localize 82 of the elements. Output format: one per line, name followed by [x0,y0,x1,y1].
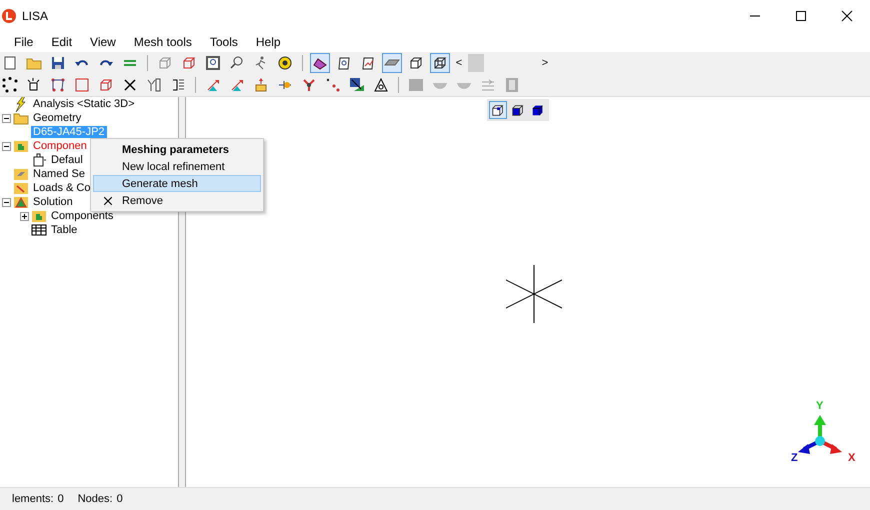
x-axis-label: X [848,452,856,464]
context-menu-item[interactable]: Meshing parameters [93,141,261,158]
origin-dot [815,436,825,446]
scroll-right-button[interactable]: > [540,57,550,69]
maximize-icon[interactable] [795,10,807,22]
menu-item[interactable]: Tools [210,35,238,49]
cube-icon [98,77,114,93]
triangle-arrow-icon [229,77,245,93]
toolbar-button[interactable] [310,53,330,73]
cube-icon [181,55,197,71]
close-icon[interactable] [841,10,853,22]
expand-toggle[interactable] [20,212,29,220]
cube-icon [408,55,424,71]
status-value: 0 [116,493,123,505]
cross-icon [102,194,114,206]
page-icon [2,55,18,71]
context-menu-item[interactable]: Generate mesh [93,175,261,192]
frame-icon [205,55,221,71]
menu-item[interactable]: Mesh tools [134,35,192,49]
cube-icon [511,103,525,117]
tree-item[interactable]: Components [49,210,116,222]
chart-page-icon [360,55,376,71]
tree-item[interactable]: Analysis <Static 3D> [31,98,136,110]
context-menu-item[interactable]: Remove [93,192,261,209]
square-icon [74,77,90,93]
search-icon [229,55,245,71]
cross-icon [122,77,138,93]
context-menu-item[interactable]: New local refinement [93,158,261,175]
triangle-arrow-icon [205,77,221,93]
puzzle-folder-icon [13,138,29,154]
tree-item[interactable]: Defaul [49,154,85,166]
split-icon [146,77,162,93]
collapse-toggle[interactable] [2,114,11,122]
table-icon [31,222,47,238]
tree-item[interactable]: Solution [31,196,75,208]
lines-icon [480,77,496,93]
collapse-toggle[interactable] [2,142,11,150]
wireframe-cube-icon [432,55,448,71]
menu-item[interactable]: File [14,35,34,49]
dots-icon [325,77,341,93]
menu-item[interactable]: Help [256,35,281,49]
menu-item[interactable]: Edit [51,35,72,49]
mapping-icon [349,77,365,93]
scatter-dots-icon [2,77,18,93]
collapse-toggle[interactable] [2,198,11,206]
nodes-icon [50,77,66,93]
status-label: lements: [12,493,54,505]
box-arrow-icon [253,77,269,93]
origin-marker-icon [506,265,562,323]
help-page-icon [336,55,352,71]
tree-item[interactable]: Componen [31,140,89,152]
toolbar-button[interactable] [203,53,223,73]
z-axis-label: Z [791,452,798,464]
tree-item[interactable]: Geometry [31,112,84,124]
triangle-icon [373,77,389,93]
box-dots-icon [26,77,42,93]
cube-icon [157,55,173,71]
triangle-folder-icon [13,194,29,210]
tree-item[interactable]: Loads & Co [31,182,92,194]
cube-icon [531,103,545,117]
toolbar-button[interactable] [0,75,20,95]
film-icon [504,77,520,93]
puzzle-folder-icon [31,208,47,224]
tape-measure-icon [277,55,293,71]
list-icon [170,77,186,93]
scroll-left-button[interactable]: < [454,57,464,69]
tree-item[interactable]: Named Se [31,168,87,180]
y-axis-arrow [814,415,826,439]
y-axis-label: Y [816,400,824,412]
status-label: Nodes: [78,493,113,505]
view-button[interactable] [489,101,507,119]
component-icon [31,152,47,168]
tree-item[interactable]: Table [49,224,80,236]
toolbar-button[interactable] [430,53,450,73]
window-title: LISA [22,9,48,23]
scroll-thumb[interactable] [468,54,484,72]
layers-folder-icon [13,166,29,182]
load-folder-icon [13,180,29,196]
status-value: 0 [58,493,64,505]
fork-icon [301,77,317,93]
menu-item[interactable]: View [90,35,116,49]
cube-icon [491,103,505,117]
